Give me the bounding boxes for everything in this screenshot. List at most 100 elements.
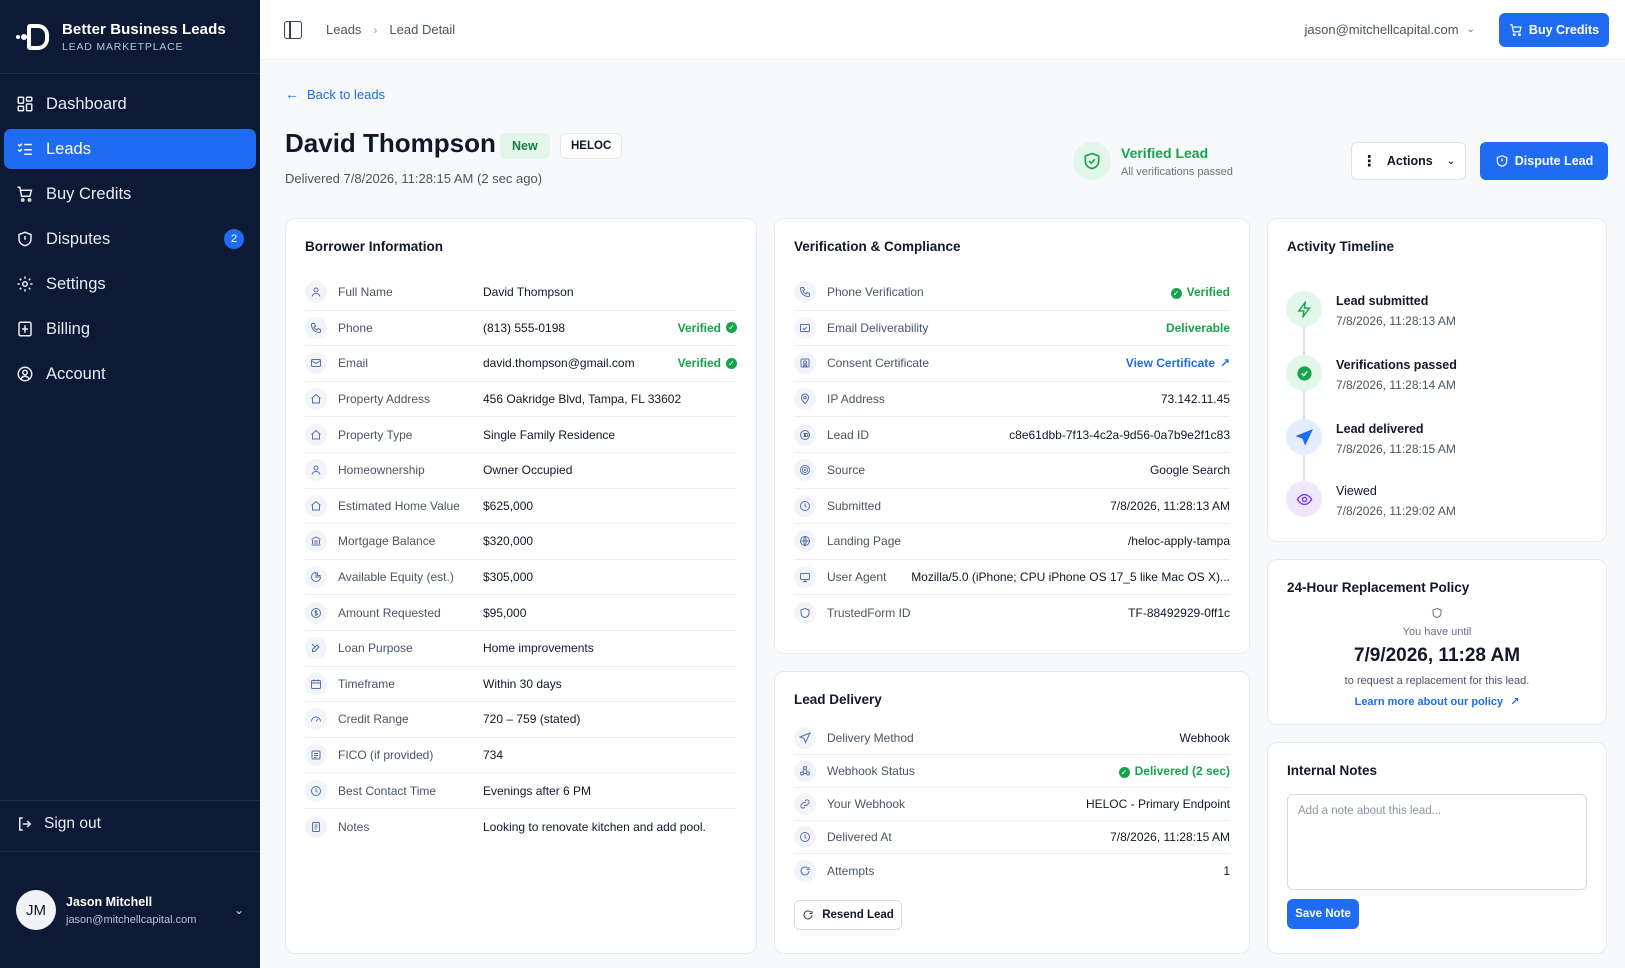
timeline-title: Lead delivered [1336, 422, 1424, 436]
breadcrumb-leads[interactable]: Leads [326, 22, 361, 37]
row-value: david.thompson@gmail.com [483, 356, 635, 371]
sign-out-button[interactable]: Sign out [0, 800, 260, 847]
gauge-icon [305, 708, 327, 731]
sidebar-item-label: Account [46, 364, 106, 383]
sidebar-item-account[interactable]: Account [4, 354, 256, 394]
row-value: c8e61dbb-7f13-4c2a-9d56-0a7b9e2f1c83 [1009, 428, 1230, 442]
clock-icon [794, 494, 816, 517]
timeline-title: Verifications passed [1336, 358, 1457, 372]
clock-icon [305, 779, 327, 802]
external-link-icon: ↗ [1219, 356, 1230, 371]
sidebar-item-billing[interactable]: Billing [4, 309, 256, 349]
row-label: User Agent [827, 570, 887, 585]
timeline-time: 7/8/2026, 11:28:15 AM [1336, 442, 1456, 456]
note-textarea[interactable] [1287, 794, 1587, 890]
row-label: Attempts [827, 863, 875, 878]
row-value-text: TF-88492929-0ff1c [1128, 606, 1230, 621]
row-label: Phone Verification [827, 285, 924, 300]
verified-subtitle: All verifications passed [1121, 165, 1233, 178]
webhook-icon [794, 760, 816, 782]
row-value: 456 Oakridge Blvd, Tampa, FL 33602 [483, 392, 682, 407]
row-value: $320,000 [483, 534, 534, 549]
row-value: 73.142.11.45 [1161, 392, 1230, 406]
more-vertical-icon: ⋮ [1361, 152, 1377, 170]
row-value: $305,000 [483, 570, 534, 585]
location-icon [794, 388, 816, 411]
policy-until-label: You have until [1402, 626, 1472, 638]
row-value: Evenings after 6 PM [483, 783, 592, 798]
dollar-icon [305, 601, 327, 624]
account-dropdown[interactable]: jason@mitchellcapital.com ⌄ [1305, 22, 1475, 37]
row-label: Lead ID [827, 427, 870, 442]
send-icon [794, 727, 816, 749]
verified-title: Verified Lead [1121, 144, 1209, 161]
sidebar-item-buy-credits[interactable]: Buy Credits [4, 174, 256, 214]
row-label: Full Name [338, 285, 393, 300]
row-value-text: 73.142.11.45 [1160, 392, 1230, 407]
logout-icon [19, 817, 32, 831]
sidebar-nav: Dashboard Leads Buy Credits Disputes 2 S… [0, 74, 260, 409]
verified-label: Verified [677, 320, 721, 335]
policy-learn-more-link[interactable]: Learn more about our policy ↗ [1268, 695, 1606, 708]
row-submitted: Submitted 7/8/2026, 11:28:13 AM [794, 489, 1230, 525]
row-value: ✓ Delivered (2 sec) [1118, 764, 1230, 778]
back-to-leads-link[interactable]: ← Back to leads [285, 86, 385, 102]
activity-timeline-card: Activity Timeline Lead submitted 7/8/202… [1267, 218, 1607, 542]
sidebar-item-settings[interactable]: Settings [4, 264, 256, 304]
row-label: Phone [338, 320, 373, 335]
target-icon [794, 459, 816, 482]
verified-status: Verified ✓ [678, 321, 737, 335]
internal-notes-card: Internal Notes Save Note [1267, 742, 1607, 954]
receipt-icon [18, 321, 32, 337]
save-note-button[interactable]: Save Note [1287, 899, 1359, 929]
row-value: HELOC - Primary Endpoint [1086, 797, 1230, 811]
user-menu[interactable]: JM Jason Mitchell jason@mitchellcapital.… [0, 851, 260, 968]
actions-label: Actions [1386, 154, 1433, 168]
timeline-item-delivered: Lead delivered 7/8/2026, 11:28:15 AM [1286, 419, 1456, 456]
globe-icon [794, 530, 816, 553]
row-value-text: Verified [1186, 285, 1230, 300]
buy-credits-button[interactable]: Buy Credits [1499, 12, 1609, 47]
timeline-item-submitted: Lead submitted 7/8/2026, 11:28:13 AM [1286, 291, 1456, 328]
resend-lead-button[interactable]: Resend Lead [794, 900, 902, 930]
sidebar-item-leads[interactable]: Leads [4, 129, 256, 169]
row-mortgage-balance: Mortgage Balance $320,000 [305, 524, 737, 560]
row-delivered-at: Delivered At 7/8/2026, 11:28:15 AM [794, 821, 1230, 854]
row-label: Property Address [338, 392, 431, 407]
timeline-time: 7/8/2026, 11:28:14 AM [1336, 378, 1456, 392]
brand[interactable]: Better Business Leads LEAD MARKETPLACE [0, 0, 260, 74]
row-value: Home improvements [483, 641, 594, 656]
row-label: Homeownership [338, 463, 425, 478]
sidebar-item-dashboard[interactable]: Dashboard [4, 84, 256, 124]
row-label: Email [338, 356, 369, 371]
card-title: Lead Delivery [794, 692, 882, 707]
row-amount-requested: Amount Requested $95,000 [305, 595, 737, 631]
account-email: jason@mitchellcapital.com [1304, 22, 1459, 37]
back-label: Back to leads [307, 86, 386, 102]
row-delivery-method: Delivery Method Webhook [794, 722, 1230, 755]
dispute-lead-button[interactable]: Dispute Lead [1480, 142, 1608, 180]
card-title: Verification & Compliance [794, 239, 961, 254]
row-value: Single Family Residence [483, 427, 616, 442]
disputes-count-badge: 2 [224, 229, 244, 249]
card-title: Borrower Information [305, 239, 444, 254]
row-value: Google Search [1150, 463, 1230, 477]
breadcrumb-lead-detail: Lead Detail [389, 22, 456, 37]
sidebar-item-disputes[interactable]: Disputes 2 [4, 219, 256, 259]
row-timeframe: Timeframe Within 30 days [305, 667, 737, 703]
row-webhook-status: Webhook Status ✓ Delivered (2 sec) [794, 755, 1230, 788]
view-certificate-link[interactable]: View Certificate ↗ [1126, 356, 1230, 370]
list-check-icon [17, 143, 32, 155]
row-value: David Thompson [483, 285, 574, 300]
shield-icon [18, 231, 32, 247]
row-best-contact-time: Best Contact Time Evenings after 6 PM [305, 773, 737, 809]
certificate-icon [794, 352, 816, 375]
brand-subtitle: LEAD MARKETPLACE [62, 40, 184, 53]
sidebar-toggle-icon[interactable] [284, 20, 302, 39]
timeline-connector [1303, 307, 1305, 497]
actions-dropdown-button[interactable]: ⋮ Actions ⌄ [1351, 142, 1466, 180]
chevron-down-icon: ⌄ [1446, 155, 1456, 167]
calendar-icon [305, 672, 327, 695]
row-notes: Notes Looking to renovate kitchen and add… [305, 809, 737, 845]
row-value: TF-88492929-0ff1c [1128, 606, 1230, 620]
